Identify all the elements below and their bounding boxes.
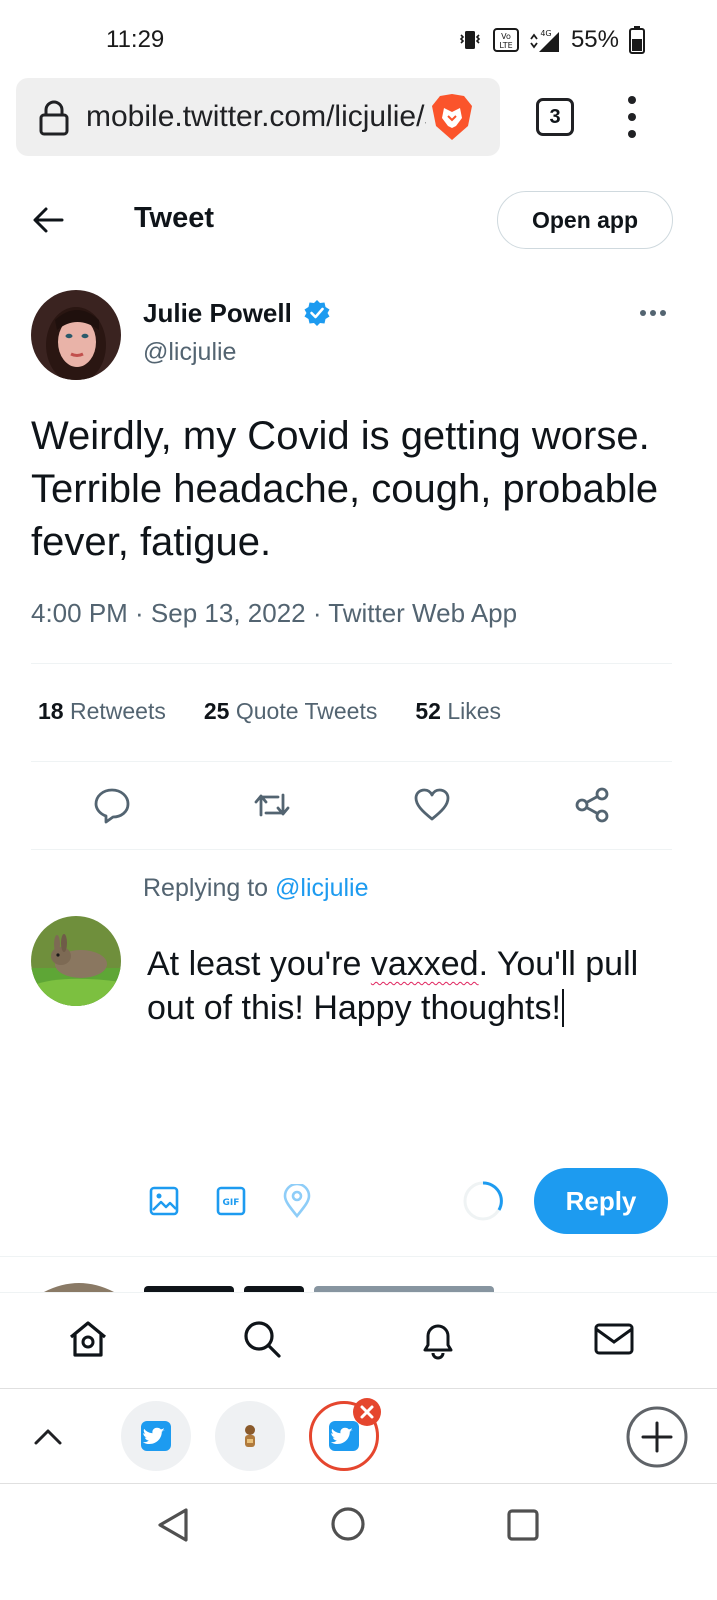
author-name-text[interactable]: Julie Powell [143, 298, 292, 328]
divider [31, 849, 672, 850]
user-avatar[interactable] [31, 916, 121, 1006]
author-handle[interactable]: @licjulie [143, 338, 236, 367]
svg-text:LTE: LTE [499, 41, 512, 50]
new-tab-icon[interactable] [625, 1405, 689, 1469]
url-text[interactable]: mobile.twitter.com/licjulie/status/15697… [86, 100, 426, 134]
arrow-left-icon[interactable] [32, 204, 64, 236]
quote-tweets-stat[interactable]: 25 Quote Tweets [204, 698, 377, 725]
mail-icon[interactable] [592, 1317, 636, 1361]
retweet-icon[interactable] [252, 785, 292, 825]
more-options-button[interactable] [640, 310, 666, 316]
svg-text:4G: 4G [540, 29, 551, 38]
svg-text:GIF: GIF [223, 1198, 240, 1208]
character-count-ring [463, 1181, 503, 1221]
browser-tab[interactable] [121, 1401, 191, 1471]
tweet-timestamp[interactable]: 4:00 PM · Sep 13, 2022 · Twitter Web App [31, 598, 517, 629]
address-bar[interactable]: mobile.twitter.com/licjulie/status/15697… [16, 78, 500, 156]
close-tab-icon[interactable] [352, 1397, 382, 1427]
heart-icon[interactable] [412, 785, 452, 825]
search-icon[interactable] [240, 1317, 284, 1361]
retweets-stat[interactable]: 18 Retweets [38, 698, 166, 725]
author-avatar[interactable] [31, 290, 121, 380]
lock-icon[interactable] [38, 100, 70, 136]
home-icon[interactable] [66, 1317, 110, 1361]
battery-percent: 55% [570, 26, 619, 53]
likes-stat[interactable]: 52 Likes [415, 698, 501, 725]
bottom-navigation [0, 1292, 717, 1388]
reply-textarea[interactable]: At least you're vaxxed. You'll pull out … [147, 942, 667, 1030]
divider [0, 1256, 717, 1257]
battery-icon [629, 26, 645, 54]
recents-icon[interactable] [506, 1508, 540, 1542]
quote-tweets-count: 25 [203, 698, 230, 724]
status-time: 11:29 [106, 26, 165, 53]
svg-text:Vo: Vo [501, 32, 511, 41]
tweet-text: Weirdly, my Covid is getting worse. Terr… [31, 414, 659, 564]
signal-4g-icon: 4G [530, 29, 559, 52]
replying-to: Replying to @licjulie [143, 874, 369, 903]
image-icon[interactable] [148, 1185, 180, 1217]
divider [31, 761, 672, 762]
page-title: Tweet [134, 202, 215, 234]
browser-tab[interactable] [215, 1401, 285, 1471]
reply-button[interactable]: Reply [534, 1168, 668, 1234]
status-icons: Vo LTE 4G 55% [457, 26, 645, 54]
retweets-count: 18 [38, 698, 64, 724]
reply-text-start: At least you're [147, 945, 371, 983]
retweets-label: Retweets [69, 698, 166, 724]
tweet-stats: 18 Retweets 25 Quote Tweets 52 Likes [38, 698, 501, 725]
site-favicon-icon [245, 1425, 255, 1447]
replying-handle[interactable]: @licjulie [275, 874, 368, 902]
volte-icon: Vo LTE [492, 28, 519, 52]
divider [31, 663, 672, 664]
tab-switcher-button[interactable]: 3 [536, 98, 574, 136]
reply-icon[interactable] [92, 785, 132, 825]
gif-icon[interactable]: GIF [215, 1185, 247, 1217]
replying-prefix: Replying to [143, 874, 269, 902]
brave-lion-icon[interactable] [430, 92, 474, 142]
next-tweet-peek [44, 1278, 644, 1292]
browser-tab-strip [0, 1388, 717, 1484]
share-icon[interactable] [572, 785, 612, 825]
likes-label: Likes [447, 698, 502, 724]
quote-tweets-label: Quote Tweets [235, 698, 378, 724]
system-navigation [0, 1484, 717, 1600]
author-name[interactable]: Julie Powell [143, 298, 331, 329]
back-icon[interactable] [156, 1506, 190, 1544]
chevron-up-icon[interactable] [32, 1421, 64, 1453]
twitter-bird-icon [141, 1421, 171, 1451]
location-pin-icon[interactable] [282, 1184, 312, 1218]
reply-text-misspelled: vaxxed [370, 945, 479, 983]
browser-menu-button[interactable] [622, 96, 642, 138]
likes-count: 52 [415, 698, 441, 724]
verified-badge-icon [304, 300, 330, 326]
open-app-button[interactable]: Open app [497, 191, 673, 249]
home-circle-icon[interactable] [330, 1506, 366, 1542]
text-caret [561, 989, 564, 1027]
bell-icon[interactable] [416, 1317, 460, 1361]
vibrate-icon [459, 31, 481, 49]
